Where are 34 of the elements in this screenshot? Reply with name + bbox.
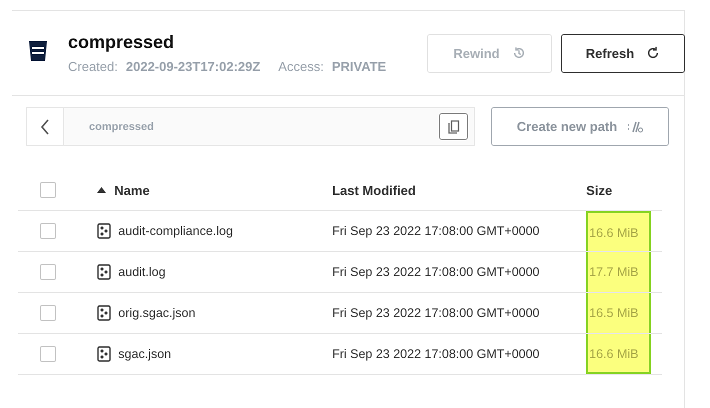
row-checkbox[interactable]	[40, 346, 56, 362]
new-path-icon	[627, 120, 644, 132]
file-icon	[97, 346, 112, 362]
row-checkbox[interactable]	[40, 223, 56, 239]
column-header[interactable]: Size	[586, 182, 612, 198]
size-cell: 16.6 MiB	[586, 334, 652, 374]
size-cell: 16.6 MiB	[586, 211, 652, 251]
modified-cell: Fri Sep 23 2022 17:08:00 GMT+0000	[332, 292, 568, 334]
file-icon	[97, 264, 112, 280]
created-value: 2022-09-23T17:02:29Z	[126, 59, 260, 74]
modified-cell: Fri Sep 23 2022 17:08:00 GMT+0000	[332, 334, 568, 374]
access-label: Access:	[278, 59, 324, 74]
access-value: PRIVATE	[332, 59, 386, 74]
file-name[interactable]: sgac.json	[118, 347, 172, 361]
created-label: Created:	[68, 59, 118, 74]
column-header[interactable]: Name	[114, 182, 150, 198]
row-checkbox[interactable]	[40, 305, 56, 321]
file-name[interactable]: orig.sgac.json	[118, 306, 196, 320]
bucket-icon	[28, 40, 48, 62]
size-cell: 16.5 MiB	[586, 293, 652, 333]
row-checkbox[interactable]	[40, 264, 56, 280]
column-header[interactable]: Last Modified	[332, 182, 416, 198]
history-icon	[512, 46, 526, 60]
file-icon	[97, 223, 112, 239]
size-cell: 17.7 MiB	[586, 252, 652, 292]
file-name[interactable]: audit.log	[118, 265, 166, 279]
file-name[interactable]: audit-compliance.log	[118, 224, 233, 238]
file-icon	[97, 305, 112, 321]
refresh-icon	[646, 46, 660, 60]
modified-cell: Fri Sep 23 2022 17:08:00 GMT+0000	[332, 210, 568, 252]
bucket-name: compressed	[68, 32, 176, 53]
modified-cell: Fri Sep 23 2022 17:08:00 GMT+0000	[332, 252, 568, 292]
refresh-button[interactable]: Refresh	[561, 34, 685, 72]
select-all-checkbox[interactable]	[40, 182, 56, 198]
